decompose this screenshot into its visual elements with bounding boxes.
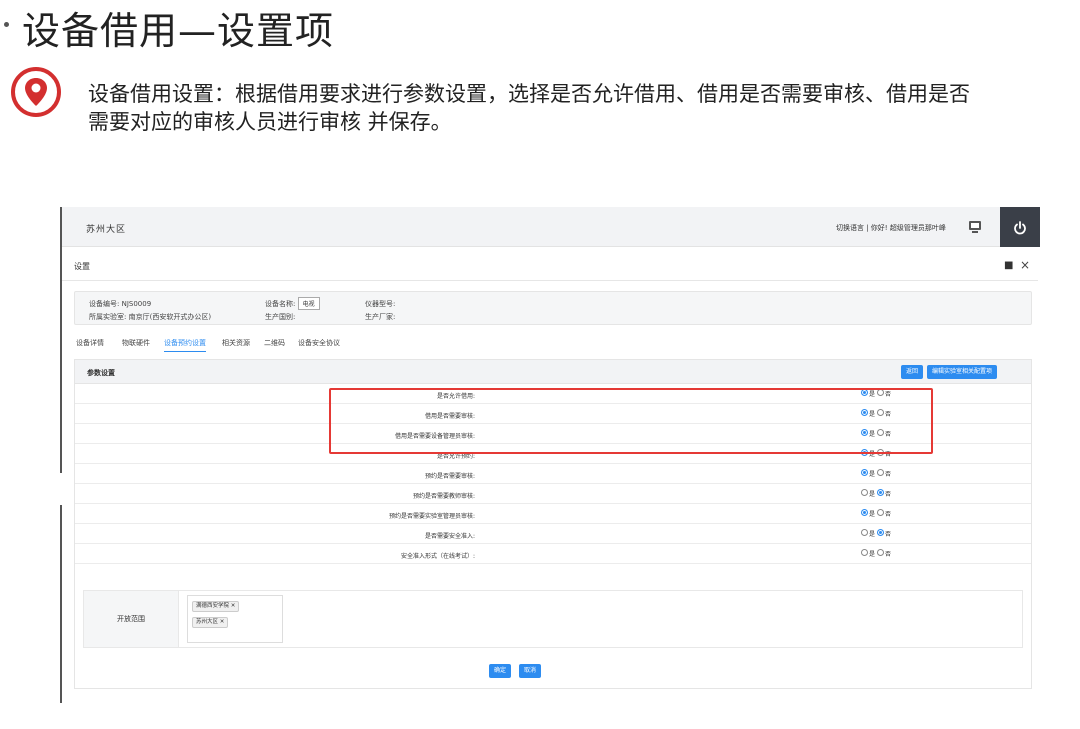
scope-tag: 满德西安学院 ✕ [192,601,240,612]
window-title: 设置 [74,262,90,271]
setting-label: 安全准入形式（在线考试）: [400,553,475,560]
setting-label: 预约是否需要教师审核: [412,493,475,500]
device-name-label: 设备名称: [265,300,296,308]
device-name-value: 电视 [297,297,320,310]
device-info-card: 设备编号: NJS0009 所属实验室: 南京厅(西安软开式办公区) 设备名称:… [74,291,1032,325]
yes-no-radio-group: 是否 [861,469,893,478]
app-screenshot: 苏州大区 切换语言 | 你好! 超级管理员那叶峰 设置 ■ × 设备编号: NJ… [60,207,1040,707]
radio-yes-label: 是 [869,551,876,558]
model-label: 仪器型号: [365,300,396,308]
radio-yes-label: 是 [869,511,876,518]
radio-yes-label: 是 [869,531,876,538]
user-links[interactable]: 切换语言 | 你好! 超级管理员那叶峰 [836,223,946,233]
tab-iot-hardware[interactable]: 物联硬件 [122,338,150,348]
radio-yes[interactable] [861,469,868,476]
open-scope-section: 开放范围 满德西安学院 ✕ 苏州大区 ✕ [83,590,1023,648]
tab-related-resources[interactable]: 相关资源 [222,338,250,348]
close-icon[interactable]: × [1020,258,1030,272]
radio-no[interactable] [877,469,885,476]
scope-tag-input[interactable]: 满德西安学院 ✕ 苏州大区 ✕ [187,595,283,643]
radio-no[interactable] [877,529,885,536]
power-button[interactable] [1000,207,1040,247]
setting-label: 预约是否需要实验室管理员审核: [388,513,475,520]
radio-no-label: 否 [885,491,892,498]
setting-row: 预约是否需要实验室管理员审核: 是否 [75,504,1031,524]
slide-description: 设备借用设置：根据借用要求进行参数设置，选择是否允许借用、借用是否需要审核、借用… [88,82,970,134]
setting-row: 安全准入形式（在线考试）: 是否 [75,544,1031,564]
scope-tag-label: 苏州大区 [196,619,219,625]
radio-yes[interactable] [861,489,868,496]
brand-label: 苏州大区 [86,225,127,235]
maker: 生产厂家: [365,312,395,322]
radio-no-label: 否 [885,511,892,518]
country-label: 生产国别: [265,313,296,321]
radio-no-label: 否 [885,471,892,478]
monitor-icon[interactable] [967,219,983,235]
yes-no-radio-group: 是否 [861,529,893,538]
power-icon [1014,220,1026,234]
tab-safety-agreement[interactable]: 设备安全协议 [298,338,340,348]
remove-tag-icon[interactable]: ✕ [231,603,236,609]
radio-no[interactable] [877,549,885,556]
device-name: 设备名称: 电视 [265,297,320,310]
setting-row: 预约是否需要教师审核: 是否 [75,484,1031,504]
radio-no-label: 否 [885,551,892,558]
setting-label: 预约是否需要审核: [424,473,475,480]
device-lab: 所属实验室: 南京厅(西安软开式办公区) [89,312,211,322]
scope-tag: 苏州大区 ✕ [192,617,229,628]
radio-yes-label: 是 [869,471,876,478]
confirm-button[interactable]: 确定 [489,664,512,678]
maker-label: 生产厂家: [365,313,396,321]
tab-qrcode[interactable]: 二维码 [264,338,285,348]
setting-row: 是否需要安全准入: 是否 [75,524,1031,544]
top-bar: 苏州大区 切换语言 | 你好! 超级管理员那叶峰 [62,207,1040,247]
tab-booking-settings[interactable]: 设备预约设置 [164,338,206,352]
highlight-box [329,388,933,454]
back-button[interactable]: 返回 [901,365,924,379]
setting-label: 是否需要安全准入: [424,533,475,540]
model: 仪器型号: [365,299,395,309]
cancel-button[interactable]: 取消 [519,664,542,678]
scope-tag-label: 满德西安学院 [196,603,230,609]
location-pin-icon [11,67,61,117]
device-number-value: NJS0009 [121,300,152,308]
radio-no-label: 否 [885,531,892,538]
panel-title: 参数设置 [87,369,115,377]
radio-yes[interactable] [861,529,868,536]
yes-no-radio-group: 是否 [861,549,893,558]
device-number-label: 设备编号: [89,300,120,308]
window-header: 设置 ■ × [62,249,1038,281]
lab-value: 南京厅(西安软开式办公区) [128,313,212,321]
radio-yes[interactable] [861,509,868,516]
bullet-dot [4,22,9,27]
yes-no-radio-group: 是否 [861,489,893,498]
radio-yes-label: 是 [869,491,876,498]
panel-header: 参数设置 返回 编辑实验室相关配置项 [75,360,1031,384]
restore-icon[interactable]: ■ [1004,260,1013,271]
lab-label: 所属实验室: [89,313,127,321]
remove-tag-icon[interactable]: ✕ [220,619,225,625]
edit-lab-config-button[interactable]: 编辑实验室相关配置项 [927,365,998,379]
radio-no[interactable] [877,509,885,516]
tab-device-detail[interactable]: 设备详情 [76,338,104,348]
open-scope-label: 开放范围 [84,591,179,647]
radio-no[interactable] [877,489,885,496]
slide-title: 设备借用—设置项 [22,9,335,53]
radio-yes[interactable] [861,549,868,556]
country: 生产国别: [265,312,295,322]
setting-row: 预约是否需要审核: 是否 [75,464,1031,484]
yes-no-radio-group: 是否 [861,509,893,518]
device-number: 设备编号: NJS0009 [89,299,151,309]
